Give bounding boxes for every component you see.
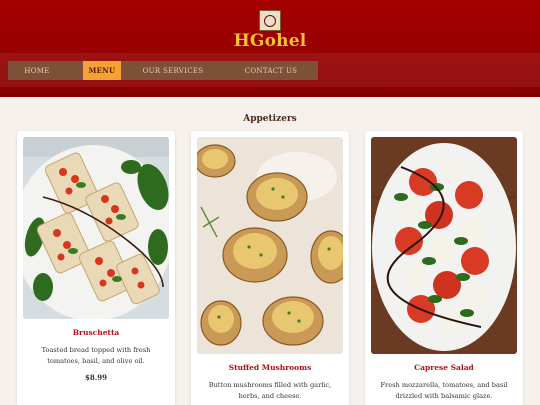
menu-card-caprese-salad[interactable]: Caprese Salad Fresh mozzarella, tomatoes… bbox=[365, 131, 523, 405]
main-nav: HOME MENU OUR SERVICES CONTACT US bbox=[8, 61, 318, 80]
dish-name: Bruschetta bbox=[72, 328, 120, 337]
menu-card-stuffed-mushrooms[interactable]: Stuffed Mushrooms Button mushrooms fille… bbox=[191, 131, 349, 405]
dish-price: $8.99 bbox=[85, 373, 107, 382]
nav-menu[interactable]: MENU bbox=[83, 61, 121, 80]
nav-home[interactable]: HOME bbox=[8, 61, 66, 80]
nav-our-services[interactable]: OUR SERVICES bbox=[129, 61, 217, 80]
brand-title: HGohel bbox=[233, 31, 307, 51]
dish-description: Fresh mozzarella, tomatoes, and basil dr… bbox=[380, 381, 508, 400]
section-title: Appetizers bbox=[243, 114, 297, 124]
site-header: HGohel HOME MENU OUR SERVICES CONTACT US bbox=[0, 0, 540, 97]
dish-name: Caprese Salad bbox=[414, 363, 474, 372]
stuffed-mushrooms-image bbox=[197, 137, 343, 354]
dish-description: Button mushrooms filled with garlic, her… bbox=[208, 381, 332, 400]
logo[interactable] bbox=[259, 10, 281, 31]
bruschetta-image bbox=[23, 137, 169, 319]
caprese-salad-image bbox=[371, 137, 517, 354]
nav-contact-us[interactable]: CONTACT US bbox=[226, 61, 316, 80]
dish-description: Toasted bread topped with fresh tomatoes… bbox=[41, 346, 151, 365]
dish-name: Stuffed Mushrooms bbox=[228, 363, 312, 372]
menu-card-bruschetta[interactable]: Bruschetta Toasted bread topped with fre… bbox=[17, 131, 175, 405]
